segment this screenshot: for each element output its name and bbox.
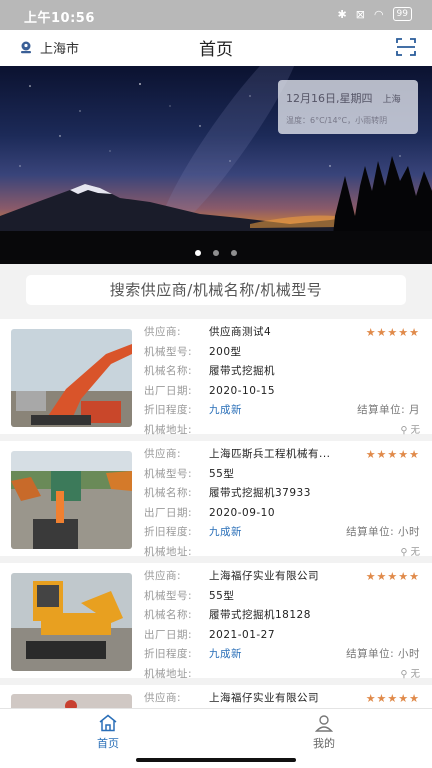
settlement-unit: 结算单位: 月 (357, 404, 420, 416)
search-section: 搜索供应商/机械名称/机械型号 (0, 264, 432, 316)
date-label: 出厂日期: (144, 506, 193, 519)
date-value: 2020-10-15 (209, 384, 276, 397)
name-label: 机械名称: (144, 487, 193, 499)
user-icon (314, 715, 334, 732)
date-value: 2020-09-10 (209, 506, 276, 519)
location-selector[interactable]: 上海市 (20, 38, 79, 57)
carousel-dot[interactable] (231, 250, 237, 256)
address-label: 机械地址: (144, 667, 193, 680)
model-value: 55型 (209, 467, 235, 480)
wifi-icon: ◠ (373, 7, 384, 21)
tab-mine-label: 我的 (313, 737, 335, 750)
model-value: 55型 (209, 589, 235, 602)
status-time: 上午10:56 (24, 11, 95, 26)
name-value: 履带式挖掘机18128 (209, 609, 311, 621)
model-label: 机械型号: (144, 467, 193, 480)
tab-home[interactable]: 首页 (68, 714, 148, 751)
listing-card[interactable]: 供应商: 供应商测试4 ★★★★★ 机械型号: 200型 机械名称: 履带式挖掘机 出厂… (0, 319, 432, 436)
supplier-label: 供应商: (144, 570, 182, 582)
address-value: ⚲ 无 (400, 546, 421, 558)
listing-photo (11, 329, 132, 427)
listing-photo (11, 573, 132, 671)
location-pin-icon (21, 41, 31, 54)
rating-stars: ★★★★★ (365, 326, 420, 339)
weather-city: 上海 (382, 95, 401, 105)
bluetooth-icon: ✱ (337, 7, 347, 21)
condition-label: 折旧程度: (144, 648, 193, 660)
model-value: 200型 (209, 345, 242, 358)
listing-card[interactable]: 供应商: 上海福仔实业有限公司 ★★★★★ (0, 685, 432, 708)
carousel-dot[interactable] (213, 250, 219, 256)
carousel-indicator (0, 250, 432, 256)
supplier-label: 供应商: (144, 692, 182, 704)
settlement-unit: 结算单位: 小时 (346, 526, 420, 538)
settlement-unit: 结算单位: 小时 (346, 648, 420, 660)
home-indicator (0, 754, 432, 768)
supplier-label: 供应商: (144, 326, 182, 338)
rating-stars: ★★★★★ (365, 692, 420, 705)
supplier-value: 上海福仔实业有限公司 (209, 570, 319, 582)
banner-carousel[interactable]: 12月16日,星期四 上海 温度：6°C/14°C，小雨转阴 (0, 66, 432, 264)
model-label: 机械型号: (144, 589, 193, 602)
tab-home-label: 首页 (97, 737, 119, 750)
search-input[interactable]: 搜索供应商/机械名称/机械型号 (26, 275, 406, 305)
condition-label: 折旧程度: (144, 404, 193, 416)
sim-icon: ⊠ (355, 7, 365, 21)
condition-value: 九成新 (209, 648, 242, 660)
home-icon (99, 714, 117, 732)
date-label: 出厂日期: (144, 628, 193, 641)
rating-stars: ★★★★★ (365, 448, 420, 461)
address-label: 机械地址: (144, 545, 193, 558)
top-nav: 上海市 首页 (0, 30, 432, 66)
address-value: ⚲ 无 (400, 668, 421, 680)
status-bar: 上午10:56 ✱ ⊠ ◠ 99 (0, 0, 432, 30)
listing-photo (11, 451, 132, 549)
supplier-value: 供应商测试4 (209, 326, 272, 338)
date-value: 2021-01-27 (209, 628, 276, 641)
rating-stars: ★★★★★ (365, 570, 420, 583)
condition-label: 折旧程度: (144, 526, 193, 538)
status-icons: ✱ ⊠ ◠ 99 (337, 7, 412, 21)
condition-value: 九成新 (209, 526, 242, 538)
name-value: 履带式挖掘机 (209, 365, 275, 377)
listing-card[interactable]: 供应商: 上海匹斯兵工程机械有... ★★★★★ 机械型号: 55型 机械名称: 履带式… (0, 441, 432, 558)
supplier-value: 上海匹斯兵工程机械有... (209, 448, 331, 460)
name-value: 履带式挖掘机37933 (209, 487, 311, 499)
battery-icon: 99 (392, 7, 412, 21)
date-label: 出厂日期: (144, 384, 193, 397)
tab-mine[interactable]: 我的 (284, 714, 364, 751)
address-label: 机械地址: (144, 423, 193, 436)
model-label: 机械型号: (144, 345, 193, 358)
weather-date: 12月16日,星期四 (286, 92, 373, 105)
carousel-dot[interactable] (195, 250, 201, 256)
listing-photo (11, 694, 132, 708)
address-value: ⚲ 无 (400, 424, 421, 436)
location-label: 上海市 (40, 42, 80, 57)
weather-widget: 12月16日,星期四 上海 温度：6°C/14°C，小雨转阴 (278, 80, 418, 134)
name-label: 机械名称: (144, 609, 193, 621)
supplier-value: 上海福仔实业有限公司 (209, 692, 319, 704)
supplier-label: 供应商: (144, 448, 182, 460)
condition-value: 九成新 (209, 404, 242, 416)
bottom-tab-bar: 首页 我的 (0, 708, 432, 754)
weather-temperature: 温度：6°C/14°C，小雨转阴 (286, 116, 388, 125)
listing-card[interactable]: 供应商: 上海福仔实业有限公司 ★★★★★ 机械型号: 55型 机械名称: 履带式挖掘机… (0, 563, 432, 680)
scan-icon[interactable] (396, 38, 416, 56)
name-label: 机械名称: (144, 365, 193, 377)
